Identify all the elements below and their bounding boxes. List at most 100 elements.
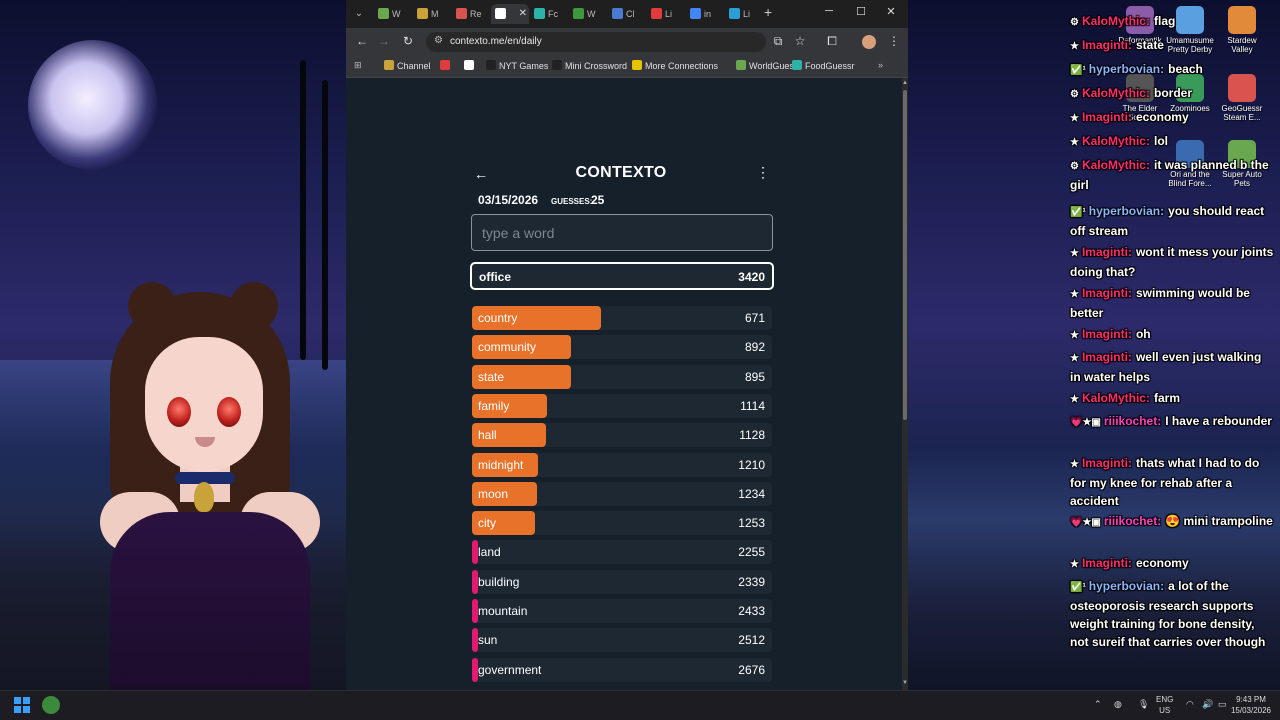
browser-tab[interactable]: Li bbox=[647, 4, 685, 24]
guess-rank: 1253 bbox=[738, 516, 765, 531]
install-app-icon[interactable]: ⧉ bbox=[770, 34, 786, 49]
forward-icon[interactable]: → bbox=[376, 34, 392, 48]
reload-icon[interactable]: ↻ bbox=[400, 34, 416, 48]
browser-tab[interactable]: Cl bbox=[608, 4, 646, 24]
guess-rank: 1114 bbox=[740, 398, 765, 413]
bookmark-item[interactable] bbox=[440, 60, 453, 71]
browser-tab[interactable]: Fc bbox=[530, 4, 568, 24]
browser-tab[interactable]: Li bbox=[725, 4, 763, 24]
more-bookmarks-icon[interactable]: » bbox=[878, 60, 883, 70]
profile-avatar[interactable] bbox=[862, 35, 876, 49]
browser-toolbar: ← → ↻ ⚙ contexto.me/en/daily ⧉ ☆ ⧠ ⋮ bbox=[346, 28, 908, 56]
taskbar-app-icon[interactable] bbox=[42, 696, 60, 714]
browser-tab[interactable]: in bbox=[686, 4, 724, 24]
chat-username[interactable]: Imaginti: bbox=[1082, 245, 1132, 259]
guess-rank: 1210 bbox=[738, 457, 765, 472]
maximize-icon[interactable]: ☐ bbox=[846, 5, 876, 18]
current-guess-row: office 3420 bbox=[470, 262, 774, 290]
grid-icon bbox=[632, 60, 642, 70]
bookmark-item[interactable]: Mini Crossword bbox=[552, 60, 627, 71]
browser-tab[interactable]: W bbox=[374, 4, 412, 24]
chat-username[interactable]: riiikochet: bbox=[1104, 514, 1161, 528]
guess-row: family 1114 bbox=[472, 393, 772, 418]
site-info-icon[interactable]: ⚙ bbox=[434, 35, 443, 46]
chat-username[interactable]: KaloMythic: bbox=[1082, 14, 1150, 28]
guess-word: midnight bbox=[478, 457, 524, 472]
chat-badge-icon: ⚙ bbox=[1070, 161, 1079, 172]
minimize-icon[interactable]: ─ bbox=[814, 5, 844, 17]
windows-start-icon[interactable] bbox=[14, 697, 30, 713]
word-input[interactable] bbox=[471, 214, 773, 251]
bookmark-item[interactable]: NYT Games bbox=[486, 60, 548, 71]
wifi-icon[interactable]: ◠ bbox=[1186, 699, 1194, 710]
chat-username[interactable]: Imaginti: bbox=[1082, 327, 1132, 341]
chat-username[interactable]: Imaginti: bbox=[1082, 350, 1132, 364]
chat-username[interactable]: Imaginti: bbox=[1082, 556, 1132, 570]
tab-search-icon[interactable]: ⌄ bbox=[350, 5, 368, 23]
clock[interactable]: 9:43 PM 15/03/2026 bbox=[1226, 694, 1276, 716]
bookmark-star-icon[interactable]: ☆ bbox=[792, 34, 808, 48]
chat-message: ★ KaloMythic: farm bbox=[1070, 389, 1275, 409]
apps-grid-icon[interactable]: ⊞ bbox=[354, 60, 362, 71]
chat-badge-icon: ⚙ bbox=[1070, 89, 1079, 100]
chat-text: oh bbox=[1135, 327, 1151, 341]
chat-message: ★ Imaginti: economy bbox=[1070, 554, 1275, 574]
chat-message: ★ Imaginti: oh bbox=[1070, 325, 1275, 345]
page-scrollbar[interactable]: ▲ ▼ bbox=[902, 78, 908, 690]
extensions-icon[interactable]: ⧠ bbox=[824, 34, 840, 49]
tray-app-icon[interactable]: ◍ bbox=[1114, 699, 1122, 710]
game-date: 03/15/2026 bbox=[478, 193, 539, 207]
chat-message: ★ Imaginti: wont it mess your joints doing… bbox=[1070, 243, 1275, 281]
chat-username[interactable]: Imaginti: bbox=[1082, 456, 1132, 470]
folder-icon bbox=[384, 60, 394, 70]
game-menu-icon[interactable]: ⋮ bbox=[756, 164, 770, 181]
chat-username[interactable]: KaloMythic: bbox=[1082, 86, 1150, 100]
microphone-icon[interactable]: 🎙 bbox=[1138, 699, 1149, 710]
bookmark-label: FoodGuessr bbox=[805, 61, 855, 71]
language-indicator[interactable]: ENG US bbox=[1156, 694, 1173, 716]
scroll-down-icon[interactable]: ▼ bbox=[902, 680, 908, 686]
browser-tab[interactable]: M bbox=[413, 4, 451, 24]
avatar-dress bbox=[110, 512, 310, 692]
chat-username[interactable]: hyperbovian: bbox=[1089, 579, 1164, 593]
chat-username[interactable]: KaloMythic: bbox=[1082, 391, 1150, 405]
scroll-up-icon[interactable]: ▲ bbox=[902, 80, 908, 86]
browser-tab[interactable]: ✕ bbox=[491, 4, 529, 24]
bookmark-label: More Connections bbox=[645, 61, 719, 71]
guess-rank: 2255 bbox=[738, 545, 765, 560]
chat-username[interactable]: KaloMythic: bbox=[1082, 134, 1150, 148]
chat-username[interactable]: riiikochet: bbox=[1104, 414, 1161, 428]
guess-row: mountain 2433 bbox=[472, 599, 772, 623]
bookmark-item[interactable]: FoodGuessr bbox=[792, 60, 855, 71]
tab-label: W bbox=[587, 9, 596, 19]
chat-username[interactable]: hyperbovian: bbox=[1089, 204, 1164, 218]
chat-username[interactable]: Imaginti: bbox=[1082, 38, 1132, 52]
guess-rank: 895 bbox=[744, 369, 765, 384]
chat-message: ✅¹ hyperbovian: a lot of the osteoporosis … bbox=[1070, 577, 1275, 651]
url-text[interactable]: contexto.me/en/daily bbox=[450, 36, 542, 47]
close-tab-icon[interactable]: ✕ bbox=[519, 4, 527, 24]
guess-word: hall bbox=[478, 428, 497, 443]
browser-menu-icon[interactable]: ⋮ bbox=[886, 34, 902, 48]
bookmark-item[interactable] bbox=[464, 60, 477, 71]
scroll-thumb[interactable] bbox=[903, 90, 907, 420]
chat-message: ★ KaloMythic: lol bbox=[1070, 132, 1275, 152]
chat-username[interactable]: hyperbovian: bbox=[1089, 62, 1164, 76]
guess-word: country bbox=[478, 311, 518, 325]
tray-overflow-icon[interactable]: ⌃ bbox=[1094, 699, 1102, 710]
back-icon[interactable]: ← bbox=[354, 34, 370, 48]
chat-username[interactable]: Imaginti: bbox=[1082, 110, 1132, 124]
address-bar[interactable]: ⚙ contexto.me/en/daily bbox=[426, 32, 766, 52]
tab-favicon-icon bbox=[456, 8, 467, 19]
browser-tab[interactable]: W bbox=[569, 4, 607, 24]
new-tab-button[interactable]: + bbox=[764, 4, 772, 20]
guess-row: midnight 1210 bbox=[472, 452, 772, 477]
bookmark-item[interactable]: More Connections bbox=[632, 60, 718, 71]
chat-message: 💗★▣ riiikochet: I have a rebounder bbox=[1070, 412, 1275, 432]
chat-username[interactable]: KaloMythic: bbox=[1082, 158, 1150, 172]
browser-tab[interactable]: Re bbox=[452, 4, 490, 24]
volume-icon[interactable]: 🔊 bbox=[1202, 699, 1213, 710]
close-window-icon[interactable]: ✕ bbox=[876, 5, 906, 18]
chat-username[interactable]: Imaginti: bbox=[1082, 286, 1132, 300]
bookmark-item[interactable]: Channel bbox=[384, 60, 431, 71]
